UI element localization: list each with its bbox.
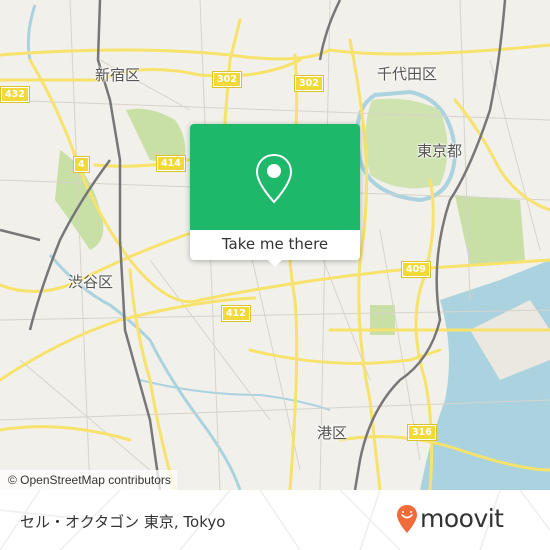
moovit-wordmark: moovit [420, 504, 504, 533]
route-shield: 409 [401, 261, 431, 278]
location-title: セル・オクタゴン 東京, Tokyo [20, 513, 226, 531]
route-shield: 316 [407, 424, 437, 441]
place-label-minato: 港区 [317, 424, 348, 442]
popup-pointer [267, 259, 283, 267]
popup-header [190, 124, 360, 230]
hibiya-park [455, 195, 525, 265]
place-label-tokyo-to: 東京都 [417, 142, 463, 160]
route-shield: 302 [294, 75, 324, 92]
osm-attribution[interactable]: © OpenStreetMap contributors [0, 470, 177, 490]
location-pin-icon [255, 153, 293, 204]
map-view[interactable]: 新宿区 千代田区 東京都 渋谷区 港区 432 302 302 4 414 41… [0, 0, 550, 490]
shibuya-river [139, 379, 331, 411]
moovit-logo[interactable]: moovit [396, 504, 504, 534]
place-label-shinjuku: 新宿区 [95, 66, 141, 84]
route-shield: 302 [212, 71, 242, 88]
route-shield: 412 [221, 305, 251, 322]
take-me-there-button[interactable]: Take me there [190, 230, 360, 260]
place-label-chiyoda: 千代田区 [377, 65, 438, 83]
tokyo-bay [420, 260, 550, 490]
footer-bar: セル・オクタゴン 東京, Tokyo moovit [0, 490, 550, 550]
place-label-shibuya: 渋谷区 [68, 273, 114, 291]
route-shield: 432 [0, 86, 30, 103]
moovit-pin-icon [397, 505, 417, 533]
route-shield: 414 [156, 155, 186, 172]
location-popup: Take me there [190, 124, 360, 267]
route-shield: 4 [73, 156, 90, 173]
